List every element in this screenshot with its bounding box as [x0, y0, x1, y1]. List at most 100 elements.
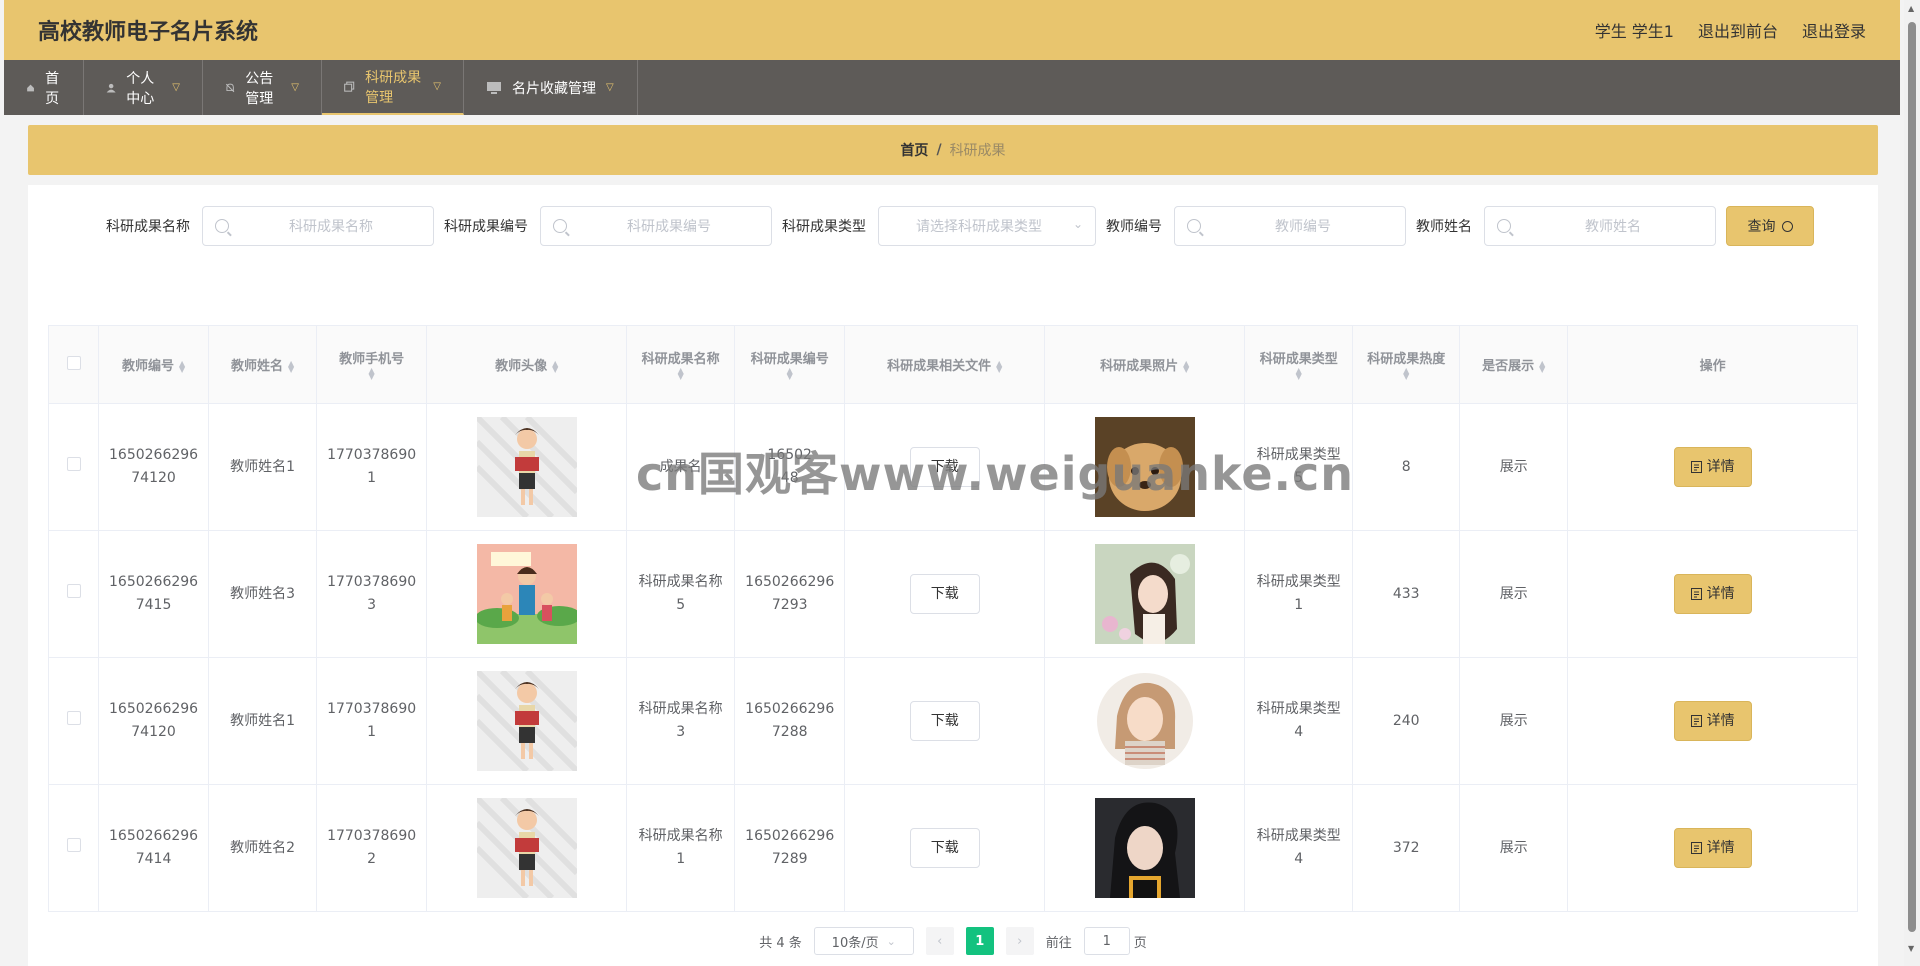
nav-research[interactable]: 科研成果管理 ▽ [322, 60, 464, 115]
sort-icon[interactable]: ▲ ▼ [179, 359, 185, 373]
col-teacher-avatar[interactable]: 教师头像 ▲ ▼ [426, 325, 628, 404]
achv-name-line2: 5 [676, 597, 686, 613]
scroll-down-icon[interactable]: ▼ [1908, 944, 1914, 953]
current-page[interactable]: 1 [965, 927, 994, 955]
cell-teacher-phone: 1770378690 3 [316, 530, 428, 658]
col-label: 操作 [1699, 359, 1726, 374]
cell-teacher-phone: 1770378690 2 [316, 784, 428, 912]
page-scrollbar[interactable]: ▲ ▼ [1904, 0, 1920, 966]
nav-personal-center[interactable]: 个人中心 ▽ [84, 60, 203, 115]
cell-show: 展示 [1459, 403, 1569, 531]
teacher-no-line2: 74120 [131, 470, 176, 486]
sort-icon[interactable]: ▲ ▼ [1403, 367, 1409, 381]
col-label: 科研成果相关文件 [887, 359, 992, 374]
row-checkbox[interactable] [66, 456, 81, 471]
nav-notice[interactable]: 公告管理 ▽ [203, 60, 322, 115]
filter-name-input[interactable]: 科研成果名称 [202, 206, 434, 246]
detail-button[interactable]: 详情 [1673, 574, 1752, 614]
query-button[interactable]: 查询 [1726, 206, 1814, 246]
filter-teacher-name-input[interactable]: 教师姓名 [1484, 206, 1716, 246]
main-nav: 首页 个人中心 ▽ 公告管理 ▽ 科研成果管理 ▽ 名片收藏管理 ▽ [4, 60, 1900, 115]
col-label: 教师手机号 [339, 351, 405, 367]
achievement-photo [1094, 544, 1195, 644]
col-teacher-phone[interactable]: 教师手机号 ▲ ▼ [316, 325, 428, 404]
breadcrumb-home[interactable]: 首页 [900, 140, 928, 160]
teacher-avatar-image [476, 544, 577, 644]
filter-teacher-no-placeholder: 教师编号 [1275, 219, 1331, 235]
front-link[interactable]: 退出到前台 [1698, 18, 1778, 42]
col-show[interactable]: 是否展示 ▲ ▼ [1459, 325, 1569, 404]
logout-link[interactable]: 退出登录 [1802, 18, 1866, 42]
col-achv-type[interactable]: 科研成果类型 ▲ ▼ [1244, 325, 1354, 404]
document-icon [1690, 461, 1702, 473]
current-user: 学生 学生1 [1594, 22, 1674, 41]
scroll-up-icon[interactable]: ▲ [1908, 4, 1914, 13]
col-achv-photo[interactable]: 科研成果照片 ▲ ▼ [1044, 325, 1246, 404]
teacher-no-line2: 7414 [135, 851, 172, 867]
col-teacher-no[interactable]: 教师编号 ▲ ▼ [97, 325, 210, 404]
achv-code-line1: 16502 [767, 447, 812, 463]
row-select-cell [48, 657, 99, 785]
cell-actions: 详情 [1567, 403, 1858, 531]
teacher-no-line1: 1650266296 [109, 447, 199, 463]
sort-icon[interactable]: ▲ ▼ [787, 367, 793, 381]
nav-card-favorites[interactable]: 名片收藏管理 ▽ [464, 60, 638, 115]
page-size-select[interactable]: 10条/页 ⌄ [813, 927, 914, 955]
filter-name-placeholder: 科研成果名称 [289, 219, 373, 235]
next-page-button[interactable]: › [1005, 927, 1034, 955]
col-label: 科研成果类型 [1259, 351, 1338, 367]
sort-icon[interactable]: ▲ ▼ [996, 359, 1002, 373]
cell-teacher-no: 1650266296 74120 [97, 403, 210, 531]
home-icon [27, 84, 34, 91]
col-actions: 操作 [1567, 325, 1858, 404]
chevron-down-icon: ▽ [606, 82, 614, 93]
table-header-row: 教师编号 ▲ ▼ 教师姓名 ▲ ▼ 教师手机号 ▲ ▼ 教师头像 ▲ ▼ 科研成果名称 ▲ ▼ 科研… [48, 325, 1858, 404]
cell-actions: 详情 [1567, 530, 1858, 658]
filter-code-input[interactable]: 科研成果编号 [540, 206, 772, 246]
sort-icon[interactable]: ▲ ▼ [1539, 359, 1545, 373]
row-checkbox[interactable] [66, 710, 81, 725]
sort-icon[interactable]: ▲ ▼ [678, 367, 684, 381]
sort-icon[interactable]: ▲ ▼ [288, 359, 294, 373]
detail-button[interactable]: 详情 [1673, 447, 1752, 487]
achv-code-line2: 7288 [771, 724, 808, 740]
achv-type-line2: 4 [1294, 851, 1304, 867]
detail-button[interactable]: 详情 [1673, 701, 1752, 741]
cell-achv-code: 1650266296 7289 [734, 784, 846, 912]
detail-button[interactable]: 详情 [1673, 828, 1752, 868]
col-teacher-name[interactable]: 教师姓名 ▲ ▼ [208, 325, 318, 404]
col-achv-code[interactable]: 科研成果编号 ▲ ▼ [734, 325, 846, 404]
scrollbar-thumb[interactable] [1908, 22, 1916, 932]
col-label: 教师编号 [121, 359, 174, 374]
document-icon [1690, 715, 1702, 727]
sort-icon[interactable]: ▲ ▼ [1296, 367, 1302, 381]
col-achv-file[interactable]: 科研成果相关文件 ▲ ▼ [844, 325, 1046, 404]
download-button[interactable]: 下载 [909, 828, 980, 868]
achv-name-line2: 3 [676, 724, 686, 740]
download-button[interactable]: 下载 [909, 447, 980, 487]
filter-teacher-no-input[interactable]: 教师编号 [1174, 206, 1406, 246]
chevron-left-icon: ‹ [937, 933, 943, 949]
prev-page-button[interactable]: ‹ [925, 927, 954, 955]
col-achv-name[interactable]: 科研成果名称 ▲ ▼ [626, 325, 736, 404]
row-checkbox[interactable] [66, 583, 81, 598]
row-checkbox[interactable] [66, 837, 81, 852]
nav-home[interactable]: 首页 [4, 60, 84, 115]
col-achv-heat[interactable]: 科研成果热度 ▲ ▼ [1352, 325, 1461, 404]
filter-type-select[interactable]: 请选择科研成果类型 ⌄ [878, 206, 1096, 246]
download-button[interactable]: 下载 [909, 574, 980, 614]
sort-icon[interactable]: ▲ ▼ [369, 367, 375, 381]
select-all-checkbox[interactable] [66, 355, 81, 370]
col-label: 教师姓名 [230, 359, 283, 374]
download-button[interactable]: 下载 [909, 701, 980, 741]
goto-page-input[interactable]: 1 [1083, 927, 1130, 955]
sort-icon[interactable]: ▲ ▼ [552, 359, 558, 373]
copy-icon [344, 81, 355, 92]
achv-code-line1: 1650266296 [745, 828, 835, 844]
sort-icon[interactable]: ▲ ▼ [1183, 359, 1189, 373]
achv-code-line2: 7293 [771, 597, 808, 613]
phone-line1: 1770378690 [327, 574, 417, 590]
phone-line2: 1 [367, 724, 377, 740]
cell-teacher-phone: 1770378690 1 [316, 657, 428, 785]
table-row: 1650266296 74120 教师姓名1 1770378690 1 科研成果名称… [48, 657, 1858, 785]
